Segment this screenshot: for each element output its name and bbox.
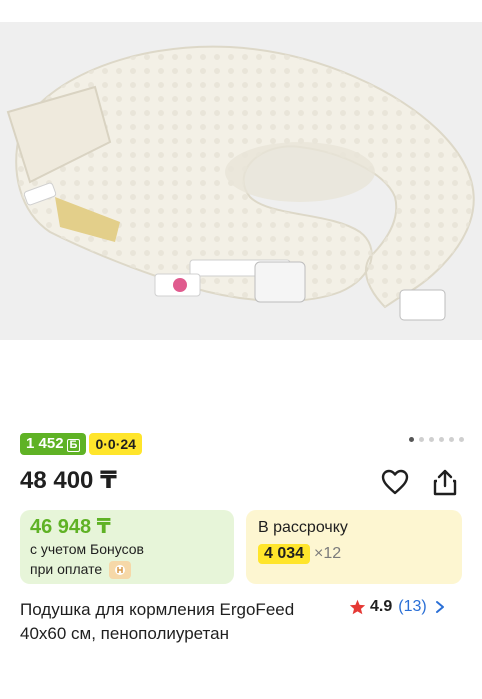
share-button[interactable]: [430, 467, 460, 497]
installment-card[interactable]: В рассрочку 4 034 ×12: [246, 510, 462, 584]
bonus-badge-value: 1 452: [26, 435, 64, 452]
bonus-badge: 1 452 Б: [20, 433, 87, 455]
installment-row: 4 034 ×12: [258, 544, 450, 564]
gallery-dot[interactable]: [409, 437, 414, 442]
share-icon: [433, 469, 457, 496]
bonus-payment-row: при оплате: [30, 561, 224, 580]
gallery-dot[interactable]: [429, 437, 434, 442]
payment-card-icon: [109, 561, 132, 580]
chevron-right-icon: [435, 601, 444, 613]
favorite-button[interactable]: [380, 467, 410, 497]
bonus-payment-note: при оплате: [30, 561, 103, 577]
review-count[interactable]: (13): [398, 598, 426, 616]
gallery-dot[interactable]: [439, 437, 444, 442]
gallery-dot[interactable]: [459, 437, 464, 442]
gallery-dot[interactable]: [449, 437, 454, 442]
rating-link[interactable]: 4.9 (13): [349, 598, 445, 616]
bonus-price-card[interactable]: 46 948 ₸ с учетом Бонусов при оплате: [20, 510, 234, 584]
product-title: Подушка для кормления ErgoFeed 40x60 см,…: [20, 600, 295, 643]
installment-amount: 4 034: [258, 544, 311, 564]
installment-title: В рассрочку: [258, 519, 348, 536]
heart-icon: [381, 469, 409, 495]
product-image-area[interactable]: [0, 0, 482, 425]
gallery-pagination[interactable]: [409, 437, 464, 442]
product-photo[interactable]: [0, 22, 482, 340]
installment-multiplier: ×12: [314, 545, 342, 562]
bonus-price: 46 948 ₸: [30, 516, 111, 538]
product-price: 48 400 ₸: [20, 467, 117, 494]
gallery-dot[interactable]: [419, 437, 424, 442]
promo-badges: 1 452 Б 0·0·24: [20, 433, 142, 455]
timer-badge: 0·0·24: [89, 433, 142, 455]
bonus-currency-icon: Б: [66, 439, 81, 452]
star-icon: [349, 599, 366, 615]
bonus-price-note: с учетом Бонусов: [30, 541, 144, 557]
rating-value: 4.9: [370, 598, 393, 615]
